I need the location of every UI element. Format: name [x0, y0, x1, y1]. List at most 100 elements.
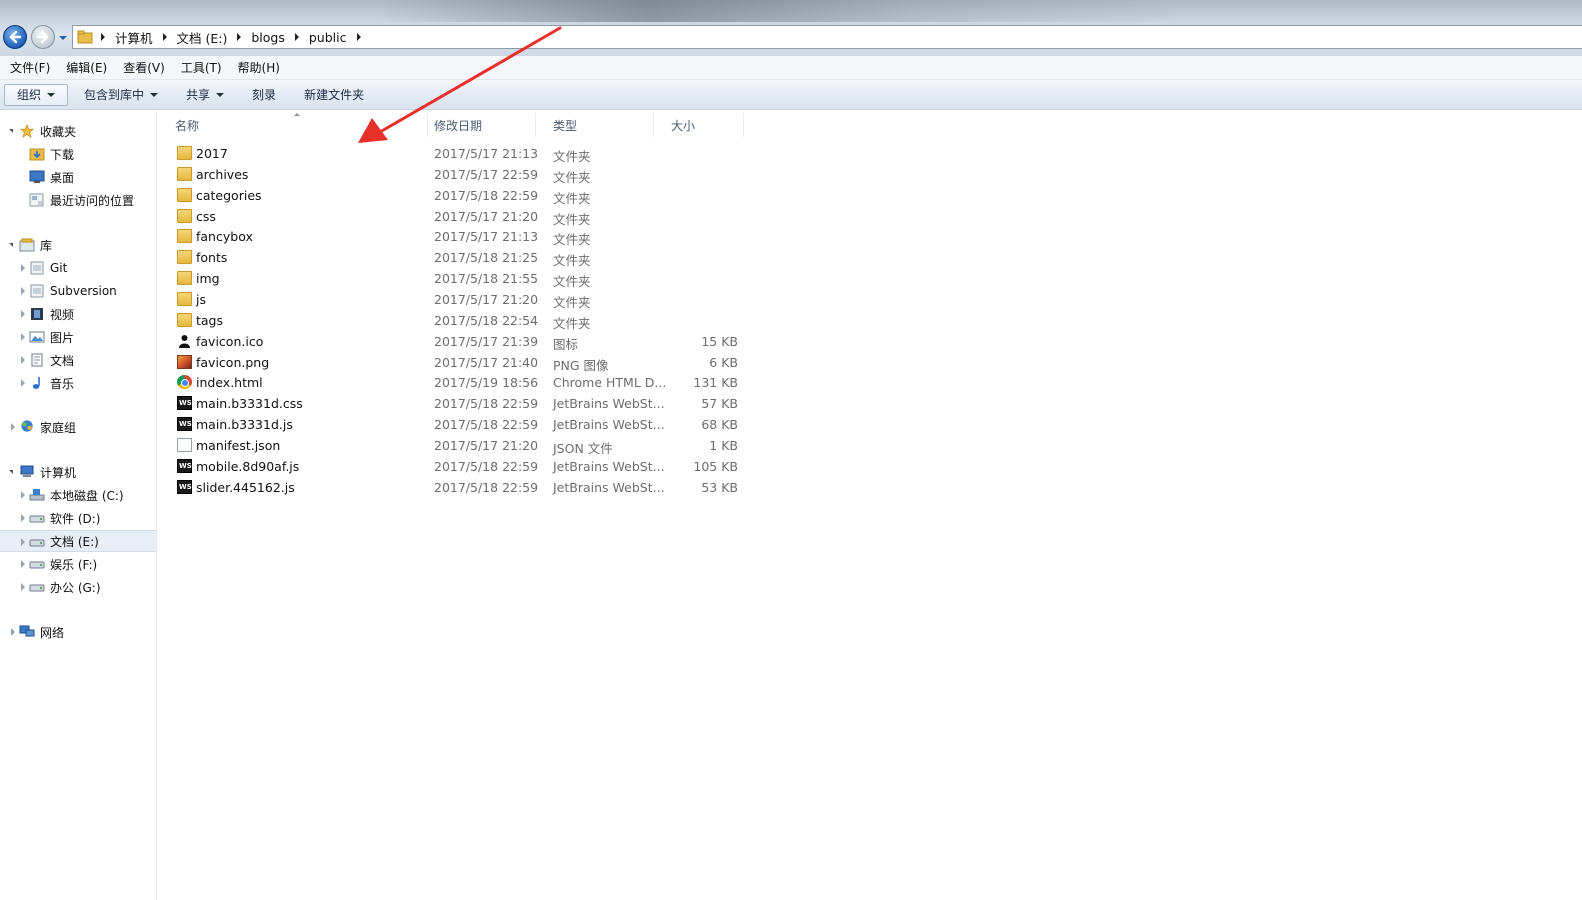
file-row[interactable]: WS main.b3331d.js 2017/5/18 22:59 JetBrains…	[158, 414, 758, 435]
menu-edit[interactable]: 编辑(E)	[66, 59, 107, 76]
nav-label: 计算机	[40, 465, 77, 480]
nav-videos[interactable]: 视频	[0, 303, 156, 325]
breadcrumb-public[interactable]: public	[309, 30, 371, 45]
new-folder-label: 新建文件夹	[304, 88, 365, 102]
file-row[interactable]: fancybox 2017/5/17 21:13 文件夹	[158, 226, 758, 247]
window-titlebar: 计算机 文档 (E:) blogs public	[0, 0, 1582, 56]
folder-icon	[177, 229, 192, 244]
expand-arrow-icon[interactable]	[21, 264, 25, 272]
nav-downloads[interactable]: 下载	[0, 143, 156, 165]
nav-label: 桌面	[50, 170, 75, 185]
nav-homegroup[interactable]: 家庭组	[0, 416, 156, 438]
file-row[interactable]: WS slider.445162.js 2017/5/18 22:59 JetBrai…	[158, 477, 758, 498]
file-date: 2017/5/17 21:13	[434, 146, 539, 161]
nav-drive-c[interactable]: 本地磁盘 (C:)	[0, 484, 156, 506]
breadcrumb-separator[interactable]	[101, 33, 105, 41]
breadcrumb-computer[interactable]: 计算机	[115, 28, 177, 47]
file-row[interactable]: css 2017/5/17 21:20 文件夹	[158, 206, 758, 227]
file-size: 105 KB	[693, 458, 738, 474]
column-header-date[interactable]: 修改日期	[417, 113, 536, 137]
nav-drive-f[interactable]: 娱乐 (F:)	[0, 553, 156, 575]
nav-git[interactable]: Git	[0, 257, 156, 279]
file-date: 2017/5/18 22:59	[434, 396, 539, 412]
column-header-label: 大小	[671, 118, 696, 133]
back-button[interactable]	[3, 25, 27, 49]
expand-arrow-icon[interactable]	[21, 491, 25, 499]
expand-arrow-icon[interactable]	[21, 310, 25, 318]
nav-music[interactable]: 音乐	[0, 372, 156, 394]
expand-arrow-icon[interactable]	[21, 514, 25, 522]
menu-view[interactable]: 查看(V)	[123, 59, 165, 76]
menu-file[interactable]: 文件(F)	[10, 59, 50, 76]
expand-arrow-icon[interactable]	[9, 243, 13, 247]
recent-places-icon	[29, 193, 44, 207]
nav-drive-d[interactable]: 软件 (D:)	[0, 507, 156, 529]
nav-subversion[interactable]: Subversion	[0, 280, 156, 302]
column-header-size[interactable]: 大小	[654, 113, 744, 137]
expand-arrow-icon[interactable]	[11, 628, 15, 636]
file-row[interactable]: js 2017/5/17 21:20 文件夹	[158, 289, 758, 310]
expand-arrow-icon[interactable]	[21, 583, 25, 591]
breadcrumb-separator[interactable]	[162, 33, 167, 41]
menu-tools[interactable]: 工具(T)	[181, 59, 222, 76]
share-button[interactable]: 共享	[176, 84, 234, 106]
navigation-pane: 收藏夹 下载 桌面 最近访问的位置 库 Git Subversion 视频 图片	[0, 111, 157, 900]
include-in-library-button[interactable]: 包含到库中	[74, 84, 168, 106]
nav-documents[interactable]: 文档	[0, 349, 156, 371]
breadcrumb-separator[interactable]	[294, 33, 299, 41]
file-row[interactable]: index.html 2017/5/19 18:56 Chrome HTML D..…	[158, 372, 758, 393]
breadcrumb-separator[interactable]	[237, 33, 242, 41]
breadcrumb-blogs[interactable]: blogs	[251, 30, 309, 45]
expand-arrow-icon[interactable]	[21, 287, 25, 295]
expand-arrow-icon[interactable]	[11, 423, 15, 431]
nav-libraries[interactable]: 库	[0, 234, 156, 256]
expand-arrow-icon[interactable]	[21, 356, 25, 364]
column-header-name[interactable]: 名称	[158, 113, 428, 137]
new-folder-button[interactable]: 新建文件夹	[294, 84, 374, 106]
file-row[interactable]: 2017 2017/5/17 21:13 文件夹	[158, 143, 758, 164]
file-row[interactable]: favicon.png 2017/5/17 21:40 PNG 图像 6 KB	[158, 352, 758, 373]
address-bar[interactable]: 计算机 文档 (E:) blogs public	[72, 25, 1582, 49]
expand-arrow-icon[interactable]	[9, 470, 13, 474]
file-row[interactable]: categories 2017/5/18 22:59 文件夹	[158, 185, 758, 206]
expand-arrow-icon[interactable]	[21, 560, 25, 568]
breadcrumb-separator[interactable]	[356, 33, 361, 41]
menu-help[interactable]: 帮助(H)	[238, 59, 280, 76]
column-header-type[interactable]: 类型	[536, 113, 654, 137]
nav-favorites[interactable]: 收藏夹	[0, 120, 156, 142]
command-bar: 组织 包含到库中 共享 刻录 新建文件夹	[0, 80, 1582, 110]
nav-recent-places[interactable]: 最近访问的位置	[0, 189, 156, 211]
file-row[interactable]: img 2017/5/18 21:55 文件夹	[158, 268, 758, 289]
file-row[interactable]: favicon.ico 2017/5/17 21:39 图标 15 KB	[158, 331, 758, 352]
nav-label: 网络	[40, 625, 65, 640]
nav-label: 最近访问的位置	[50, 193, 135, 208]
expand-arrow-icon[interactable]	[21, 538, 25, 546]
webstorm-file-icon: WS	[177, 417, 192, 432]
chrome-html-icon	[177, 375, 192, 390]
nav-pictures[interactable]: 图片	[0, 326, 156, 348]
expand-arrow-icon[interactable]	[21, 333, 25, 341]
nav-desktop[interactable]: 桌面	[0, 166, 156, 188]
file-row[interactable]: tags 2017/5/18 22:54 文件夹	[158, 310, 758, 331]
forward-button[interactable]	[31, 25, 55, 49]
file-row[interactable]: manifest.json 2017/5/17 21:20 JSON 文件 1 KB	[158, 435, 758, 456]
file-row[interactable]: WS main.b3331d.css 2017/5/18 22:59 JetBrain…	[158, 393, 758, 414]
history-dropdown-icon[interactable]	[58, 33, 68, 43]
folder-icon	[177, 271, 192, 286]
file-row[interactable]: archives 2017/5/17 22:59 文件夹	[158, 164, 758, 185]
breadcrumb-drive-e[interactable]: 文档 (E:)	[177, 28, 252, 47]
file-name: js	[196, 291, 206, 307]
chevron-down-icon	[216, 92, 225, 97]
file-row[interactable]: WS mobile.8d90af.js 2017/5/18 22:59 JetBrai…	[158, 456, 758, 477]
nav-computer[interactable]: 计算机	[0, 461, 156, 483]
expand-arrow-icon[interactable]	[9, 129, 13, 133]
nav-drive-g[interactable]: 办公 (G:)	[0, 576, 156, 598]
nav-label: 本地磁盘 (C:)	[50, 488, 124, 503]
burn-button[interactable]: 刻录	[242, 84, 286, 106]
file-row[interactable]: fonts 2017/5/18 21:25 文件夹	[158, 247, 758, 268]
file-type: JetBrains WebSt...	[553, 396, 665, 412]
expand-arrow-icon[interactable]	[21, 379, 25, 387]
nav-network[interactable]: 网络	[0, 621, 156, 643]
organize-button[interactable]: 组织	[4, 83, 69, 106]
nav-drive-e[interactable]: 文档 (E:)	[0, 530, 156, 552]
